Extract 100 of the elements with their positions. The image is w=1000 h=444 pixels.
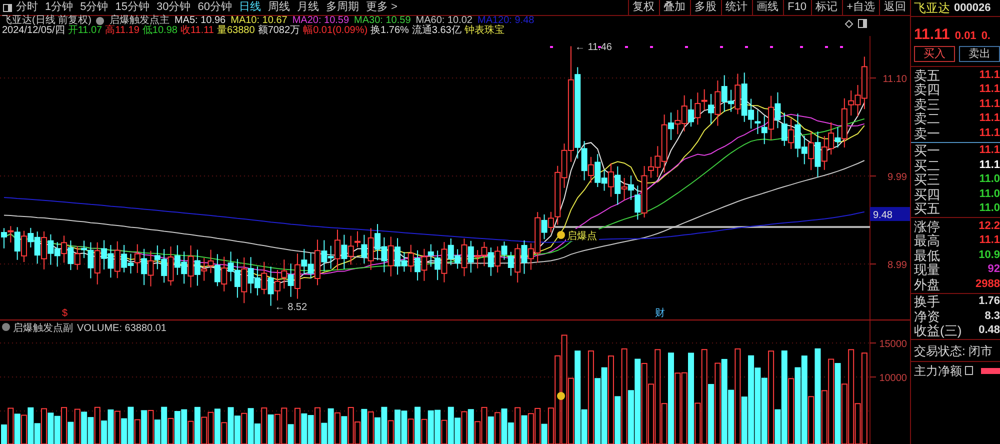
quote-value: 11.1 <box>979 160 1000 171</box>
dollar-marker: $ <box>62 308 68 319</box>
period-tab[interactable]: 1分钟 <box>45 2 74 13</box>
dropdown-icon[interactable] <box>96 17 104 25</box>
period-tab[interactable]: 5分钟 <box>80 2 108 13</box>
quote-value: 1.76 <box>978 296 1000 308</box>
indicator-name: 启爆触发点副 <box>13 323 73 334</box>
panel-toggle-icon[interactable] <box>3 4 12 12</box>
chart-title: 飞亚达(日线 前复权) <box>2 16 92 26</box>
high-price-label: ← 11.46 <box>574 42 612 54</box>
quote-label: 涨停 <box>914 220 940 233</box>
quote-label: 收益(三) <box>914 324 962 338</box>
quote-label: 现量 <box>914 263 940 276</box>
toolbar-button[interactable]: 叠加 <box>658 0 690 15</box>
quote-label: 换手 <box>914 295 940 308</box>
signal-label: 启爆点 <box>567 231 597 242</box>
stock-code: 000026 <box>954 2 991 14</box>
quote-value: 流通3.63亿 <box>412 26 462 36</box>
current-price-tag <box>870 207 910 221</box>
period-tab[interactable]: 分时 <box>16 2 38 13</box>
quote-label: 买四 <box>914 188 940 201</box>
more-menu[interactable]: 更多 > <box>366 2 398 13</box>
indicator-name: 启爆触发点主 <box>109 16 170 26</box>
price-change: 0.01 <box>954 31 976 42</box>
quote-value: 11.1 <box>979 113 1000 124</box>
ma-value: MA120: 9.48 <box>477 16 534 26</box>
quote-value: 0.48 <box>978 325 1000 336</box>
current-price: 11.11 <box>914 27 950 42</box>
toolbar-button[interactable]: 返回 <box>879 0 910 15</box>
quote-value: 11.1 <box>979 145 1000 156</box>
main-net-label: 主力净额 <box>914 364 962 376</box>
price-axis-label: 9.99 <box>888 172 907 183</box>
quote-value: 11.1 <box>979 84 1000 96</box>
toolbar-button[interactable]: 标记 <box>810 0 842 15</box>
buy-button[interactable]: 买入 <box>914 46 955 62</box>
quote-value: 11.1 <box>979 235 1000 246</box>
quote-value: 开11.07 <box>68 26 102 36</box>
price-axis-label: 8.99 <box>888 260 907 271</box>
quote-label: 卖五 <box>914 68 940 82</box>
toolbar-button[interactable]: 复权 <box>628 0 659 15</box>
quote-label: 卖二 <box>914 112 940 126</box>
toolbar-button[interactable]: 画线 <box>752 0 783 15</box>
quote-value: 2988 <box>976 278 1000 290</box>
period-tab[interactable]: 60分钟 <box>198 2 232 13</box>
quote-value: 低10.98 <box>142 26 178 36</box>
quote-value: 11.0 <box>979 203 1000 214</box>
quote-label: 最高 <box>914 234 940 248</box>
quote-value: 收11.11 <box>180 26 214 36</box>
trade-status: 交易状态: 闭市 <box>914 344 993 356</box>
quote-label: 卖三 <box>914 98 940 111</box>
toolbar-button[interactable]: F10 <box>782 0 811 15</box>
current-price-value: 9.48 <box>873 210 892 221</box>
quote-value: 92 <box>988 264 1000 276</box>
sell-button[interactable]: 卖出 <box>959 46 1000 62</box>
quote-label: 最低 <box>914 248 940 262</box>
toolbar-button[interactable]: 统计 <box>720 0 752 15</box>
panel-toggle-icon[interactable] <box>858 19 867 28</box>
volume-reading: VOLUME: 63880.01 <box>77 323 166 334</box>
quote-value: 量63880 <box>217 26 255 36</box>
quote-label: 净资 <box>914 310 940 323</box>
quote-value: 11.0 <box>979 188 1000 200</box>
period-tab[interactable]: 多周期 <box>326 2 359 13</box>
quote-value: 幅0.01(0.09%) <box>303 26 368 36</box>
quote-label: 买一 <box>914 144 940 158</box>
list-icon[interactable] <box>965 366 973 375</box>
quote-label: 买五 <box>914 202 940 216</box>
quote-value: 2024/12/05/四 <box>2 26 65 36</box>
quote-value: 10.9 <box>978 250 1000 261</box>
dropdown-icon <box>2 323 10 331</box>
quote-value: 11.1 <box>979 70 1000 81</box>
toolbar-button[interactable]: 多股 <box>690 0 721 15</box>
news-marker: 财 <box>655 308 665 319</box>
ma-value: MA30: 10.59 <box>354 16 411 26</box>
toolbar-button[interactable]: +自选 <box>842 0 879 15</box>
volume-axis-label: 10000 <box>879 373 907 384</box>
ma-value: MA5: 10.96 <box>174 16 226 26</box>
quote-value: 12.2 <box>978 220 1000 232</box>
period-tab[interactable]: 月线 <box>297 2 319 13</box>
price-axis-label: 11.10 <box>882 74 907 85</box>
quote-label: 卖一 <box>914 126 940 140</box>
quote-value: 额7082万 <box>258 26 300 36</box>
quote-value: 8.3 <box>984 310 1000 322</box>
low-price-label: ← 8.52 <box>274 302 308 313</box>
price-change-percent: 0. <box>981 31 990 42</box>
ma-value: MA60: 10.02 <box>416 16 472 26</box>
quote-value: 11.0 <box>979 174 1000 186</box>
period-tab[interactable]: 周线 <box>268 2 290 13</box>
quote-label: 外盘 <box>914 278 940 291</box>
volume-axis-label: 15000 <box>879 339 907 350</box>
quote-value: 高11.19 <box>105 26 140 36</box>
quote-label: 卖四 <box>914 83 940 96</box>
quote-value: 11.1 <box>979 128 1000 139</box>
period-tab[interactable]: 日线 <box>239 2 261 13</box>
period-tab[interactable]: 30分钟 <box>156 2 191 13</box>
quote-value: 11.1 <box>979 98 1000 110</box>
quote-value: 换1.76% <box>370 26 409 36</box>
period-tab[interactable]: 15分钟 <box>115 2 150 13</box>
ma-value: MA20: 10.59 <box>292 16 350 26</box>
quote-value: 钟表珠宝 <box>464 26 504 36</box>
stock-name: 飞亚达 <box>914 2 950 14</box>
